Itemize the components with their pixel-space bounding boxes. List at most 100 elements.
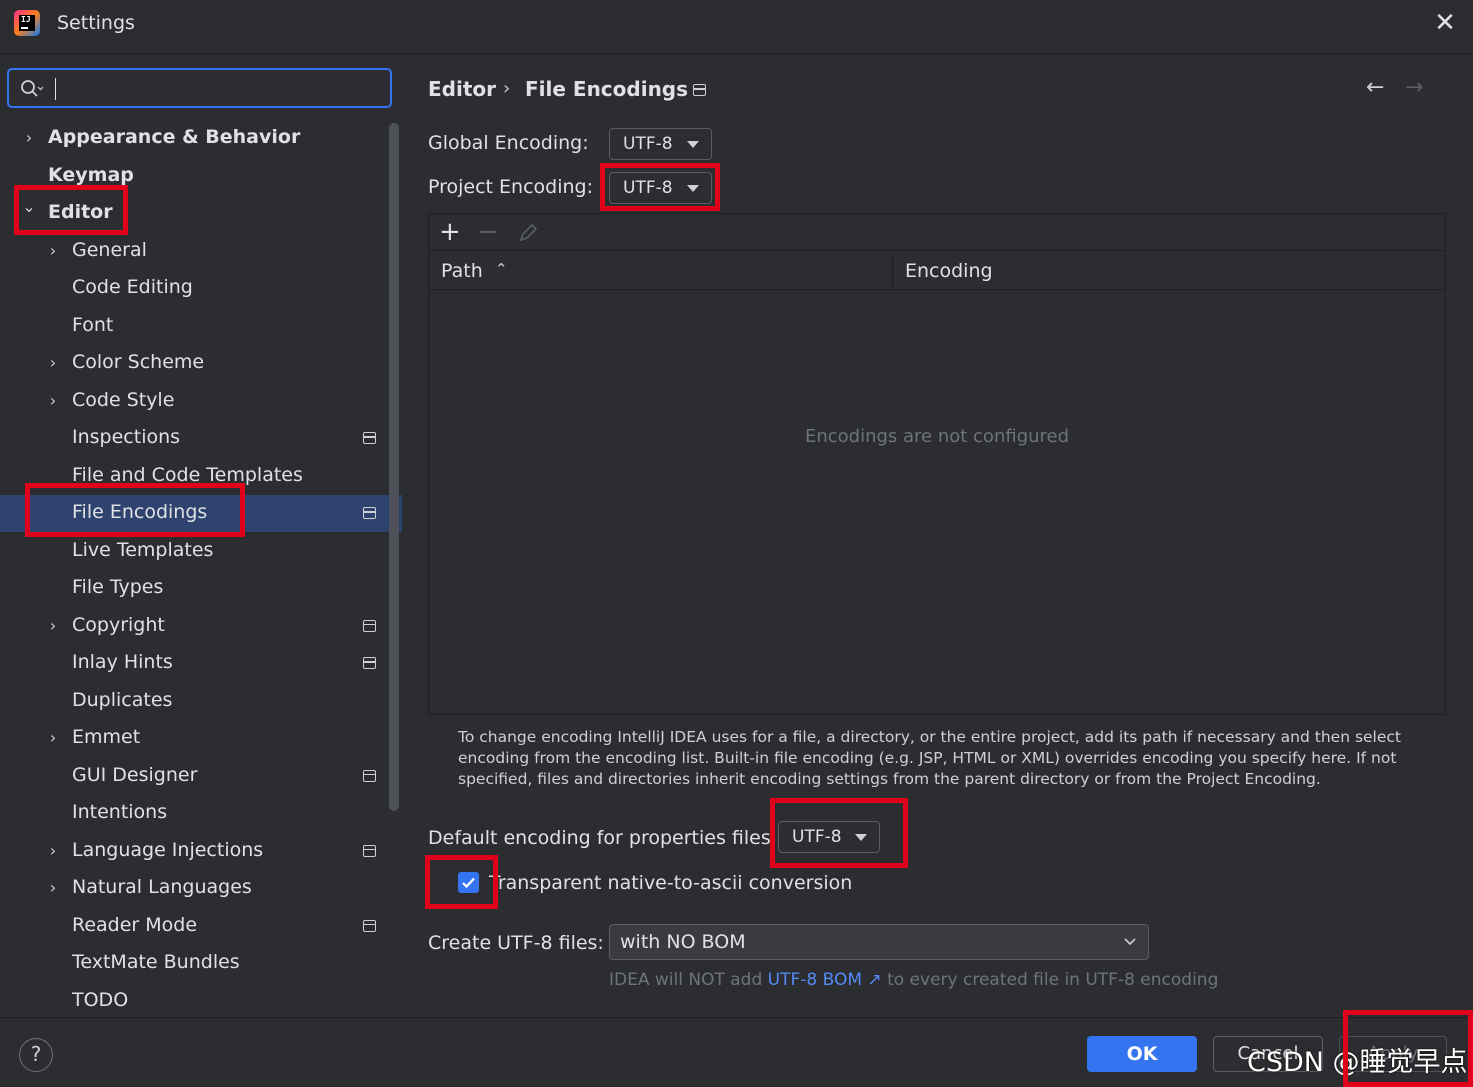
properties-encoding-value: UTF-8 <box>792 827 842 847</box>
sidebar-item-label: TextMate Bundles <box>72 951 240 973</box>
chevron-right-icon[interactable]: › <box>45 241 61 261</box>
sidebar-item-copyright[interactable]: › Copyright <box>0 608 402 645</box>
back-arrow-icon[interactable]: ← <box>1366 75 1384 100</box>
ok-button[interactable]: OK <box>1087 1036 1197 1072</box>
sidebar-item-font[interactable]: Font <box>0 308 402 345</box>
sidebar-item-code-editing[interactable]: Code Editing <box>0 270 402 307</box>
dropdown-arrow-icon <box>855 834 867 841</box>
sidebar-item-label: Live Templates <box>72 538 214 561</box>
breadcrumb-editor[interactable]: Editor <box>428 77 496 101</box>
project-scope-icon <box>363 919 376 932</box>
sidebar-item-label: Appearance & Behavior <box>48 126 301 148</box>
search-input[interactable] <box>61 74 381 104</box>
native-to-ascii-label[interactable]: Transparent native-to-ascii conversion <box>489 872 852 894</box>
search-box[interactable] <box>7 68 392 108</box>
native-to-ascii-checkbox[interactable] <box>458 872 479 893</box>
sidebar-item-label: Reader Mode <box>72 913 198 936</box>
sidebar-item-appearance-behavior[interactable]: › Appearance & Behavior <box>0 120 402 157</box>
edit-pencil-icon[interactable] <box>517 222 539 244</box>
project-scope-icon <box>363 844 376 857</box>
external-link-icon: ↗ <box>862 970 882 990</box>
column-divider[interactable] <box>892 256 893 288</box>
sidebar-item-emmet[interactable]: › Emmet <box>0 720 402 757</box>
sidebar-item-general[interactable]: › General <box>0 233 402 270</box>
bom-hint-prefix: IDEA will NOT add <box>609 970 768 990</box>
project-scope-icon <box>363 619 376 632</box>
path-column-header[interactable]: Path <box>441 260 483 282</box>
title-bar: IJ Settings ✕ <box>0 0 1473 54</box>
sidebar-item-code-style[interactable]: › Code Style <box>0 383 402 420</box>
sidebar-item-editor[interactable]: ⌄ Editor <box>0 195 402 232</box>
chevron-right-icon[interactable]: › <box>45 878 61 898</box>
utf8-bom-link[interactable]: UTF-8 BOM <box>768 970 862 990</box>
sidebar-item-inlay-hints[interactable]: Inlay Hints <box>0 645 402 682</box>
create-utf8-value: with NO BOM <box>620 931 746 953</box>
window-title: Settings <box>57 12 135 34</box>
settings-sidebar: › Appearance & Behavior Keymap ⌄ Editor › Gene… <box>0 55 402 1017</box>
dropdown-arrow-icon <box>687 185 699 192</box>
sidebar-item-file-encodings[interactable]: File Encodings <box>0 495 402 532</box>
sidebar-item-file-types[interactable]: File Types <box>0 570 402 607</box>
sidebar-item-language-injections[interactable]: › Language Injections <box>0 833 402 870</box>
forward-arrow-icon[interactable]: → <box>1405 75 1423 100</box>
chevron-right-icon[interactable]: › <box>45 841 61 861</box>
sidebar-item-live-templates[interactable]: Live Templates <box>0 533 402 570</box>
sidebar-item-label: File Types <box>72 576 164 598</box>
sidebar-item-label: Editor <box>48 201 113 223</box>
global-encoding-value: UTF-8 <box>623 134 673 154</box>
create-utf8-combo[interactable]: with NO BOM <box>609 924 1149 960</box>
sidebar-item-color-scheme[interactable]: › Color Scheme <box>0 345 402 382</box>
remove-icon[interactable]: − <box>477 218 499 246</box>
sidebar-item-gui-designer[interactable]: GUI Designer <box>0 758 402 795</box>
chevron-right-icon[interactable]: › <box>45 616 61 636</box>
breadcrumb-current: File Encodings <box>525 77 689 101</box>
global-encoding-combo[interactable]: UTF-8 <box>609 128 712 160</box>
sidebar-item-inspections[interactable]: Inspections <box>0 420 402 457</box>
sidebar-item-label: Inspections <box>72 426 181 448</box>
checkmark-icon <box>462 877 475 889</box>
sidebar-item-label: Natural Languages <box>72 876 252 898</box>
sort-ascending-icon: ⌃ <box>495 260 508 278</box>
sidebar-item-todo[interactable]: TODO <box>0 983 402 1020</box>
sidebar-item-textmate-bundles[interactable]: TextMate Bundles <box>0 945 402 982</box>
sidebar-item-label: Copyright <box>72 613 165 636</box>
sidebar-item-duplicates[interactable]: Duplicates <box>0 683 402 720</box>
project-scope-icon <box>363 657 376 669</box>
watermark: CSDN @睡觉早点 <box>1247 1047 1468 1078</box>
sidebar-item-label: Keymap <box>48 163 134 186</box>
sidebar-item-reader-mode[interactable]: Reader Mode <box>0 908 402 945</box>
sidebar-item-label: Code Editing <box>72 276 193 298</box>
project-scope-icon <box>363 769 376 782</box>
sidebar-item-keymap[interactable]: Keymap <box>0 158 402 195</box>
encoding-help-text: To change encoding IntelliJ IDEA uses fo… <box>458 728 1402 788</box>
chevron-down-icon[interactable]: ⌄ <box>21 197 37 217</box>
chevron-right-icon[interactable]: › <box>21 128 37 148</box>
chevron-down-icon <box>1124 938 1136 946</box>
sidebar-item-natural-languages[interactable]: › Natural Languages <box>0 870 402 907</box>
sidebar-item-file-and-code-templates[interactable]: File and Code Templates <box>0 458 402 495</box>
encoding-column-header[interactable]: Encoding <box>905 260 993 282</box>
empty-table-text: Encodings are not configured <box>804 426 1070 447</box>
chevron-right-icon[interactable]: › <box>45 391 61 411</box>
create-utf8-label: Create UTF-8 files: <box>428 932 604 954</box>
table-header: Path ⌃ Encoding <box>429 252 1445 290</box>
help-button[interactable]: ? <box>19 1038 53 1072</box>
intellij-logo-icon: IJ <box>14 10 40 36</box>
properties-encoding-combo[interactable]: UTF-8 <box>778 821 880 853</box>
text-cursor <box>55 78 56 100</box>
project-scope-icon <box>363 432 376 444</box>
chevron-right-icon[interactable]: › <box>45 728 61 748</box>
search-icon <box>21 80 43 97</box>
chevron-right-icon[interactable]: › <box>45 353 61 373</box>
breadcrumb-separator-icon: › <box>503 78 511 99</box>
tree-scrollbar[interactable] <box>389 123 399 811</box>
project-scope-icon <box>363 507 376 519</box>
sidebar-item-label: Code Style <box>72 388 175 411</box>
close-button[interactable]: ✕ <box>1430 8 1460 38</box>
path-encoding-table: + − Path ⌃ Encoding Encodings are not co… <box>428 213 1446 715</box>
sidebar-item-intentions[interactable]: Intentions <box>0 795 402 832</box>
add-icon[interactable]: + <box>439 218 461 246</box>
project-encoding-combo[interactable]: UTF-8 <box>609 172 712 204</box>
sidebar-item-label: Inlay Hints <box>72 651 173 673</box>
project-encoding-value: UTF-8 <box>623 178 673 198</box>
